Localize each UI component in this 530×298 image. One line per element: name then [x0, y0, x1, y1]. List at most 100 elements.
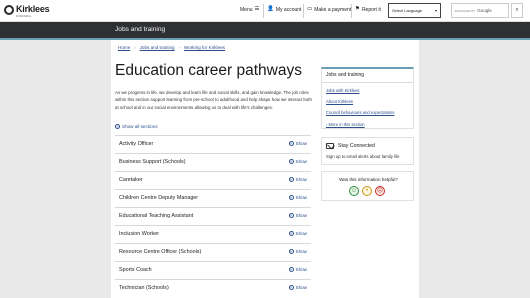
show-label: Show [295, 267, 308, 272]
show-button[interactable]: + Show [288, 267, 308, 272]
show-button[interactable]: + Show [288, 177, 308, 182]
show-label: Show [295, 159, 308, 164]
search-button[interactable]: ⌕ [511, 3, 523, 18]
breadcrumb-jobs[interactable]: Jobs and training [140, 45, 175, 50]
sidebar-heading: Jobs and training [326, 72, 365, 78]
sidebar-related-links: Jobs and training Jobs with Kirklees Abo… [321, 67, 414, 129]
accordion-item[interactable]: Educational Teaching Assistant + Show [115, 207, 311, 225]
sidebar-link-more[interactable]: › More in this section [326, 122, 365, 127]
plus-circle-icon: + [288, 177, 294, 182]
accordion-item-label: Business Support (Schools) [119, 159, 186, 165]
stay-connected-box[interactable]: Stay Connected Sign up to email alerts a… [321, 137, 414, 165]
report-it-label: Report it [361, 7, 381, 13]
plus-circle-icon: + [288, 231, 294, 236]
site-header: Kirklees COUNCIL Menu ☰ 👤 My account ▭ M… [0, 0, 530, 22]
show-button[interactable]: + Show [288, 159, 308, 164]
accordion-item-label: Educational Teaching Assistant [119, 213, 194, 219]
accordion-item[interactable]: Inclusion Worker + Show [115, 225, 311, 243]
language-select[interactable]: Select Language ▾ [388, 3, 441, 18]
show-label: Show [295, 285, 308, 290]
search-powered-label: ENHANCED BY [455, 8, 476, 13]
feedback-box: Was this information helpful? ☺ • ☹ [321, 171, 414, 201]
plus-circle-icon: + [288, 141, 294, 146]
sidebar-link-behaviours[interactable]: Council behaviours and expectations [326, 110, 394, 115]
show-label: Show [295, 249, 308, 254]
show-all-label: Show all sections [122, 124, 158, 129]
breadcrumb-home[interactable]: Home [118, 45, 130, 50]
chevron-right-icon: › [134, 45, 136, 50]
accordion-item-label: Sports Coach [119, 267, 152, 273]
show-label: Show [295, 195, 308, 200]
section-banner: Jobs and training [0, 22, 530, 40]
breadcrumb: Home › Jobs and training › Working for K… [118, 45, 225, 50]
stay-connected-text: Sign up to email alerts about family lif… [326, 154, 400, 159]
search-icon: ⌕ [515, 7, 519, 13]
plus-circle-icon: + [288, 159, 294, 164]
plus-circle-icon: + [288, 195, 294, 200]
search-input[interactable]: ENHANCED BY Google [451, 3, 509, 18]
card-icon: ▭ [307, 6, 313, 13]
accordion-item-label: Activity Officer [119, 141, 154, 147]
kirklees-logo[interactable]: Kirklees COUNCIL [4, 4, 50, 19]
make-payment-link[interactable]: ▭ Make a payment [307, 7, 351, 13]
sad-face-icon[interactable]: ☹ [375, 186, 385, 196]
plus-circle-icon: + [288, 249, 294, 254]
breadcrumb-working[interactable]: Working for Kirklees [184, 45, 225, 50]
user-icon: 👤 [267, 6, 274, 13]
menu-label: Menu [240, 7, 253, 13]
show-button[interactable]: + Show [288, 231, 308, 236]
show-button[interactable]: + Show [288, 249, 308, 254]
show-label: Show [295, 177, 308, 182]
nav-divider [351, 4, 352, 18]
accordion-item-label: Resource Centre Officer (Schools) [119, 249, 202, 255]
google-brand: Google [477, 8, 492, 13]
happy-face-icon[interactable]: ☺ [349, 186, 359, 196]
intro-paragraph: As we progress in life, we develop and l… [115, 90, 312, 110]
my-account-link[interactable]: 👤 My account [267, 7, 301, 13]
plus-circle-icon: + [115, 124, 120, 129]
plus-circle-icon: + [288, 213, 294, 218]
show-button[interactable]: + Show [288, 195, 308, 200]
chevron-right-icon: › [178, 45, 180, 50]
envelope-icon [326, 143, 334, 149]
show-button[interactable]: + Show [288, 213, 308, 218]
flag-icon: ⚑ [355, 6, 360, 13]
make-payment-label: Make a payment [314, 7, 352, 13]
plus-circle-icon: + [288, 285, 294, 290]
sidebar-divider [322, 82, 413, 83]
hamburger-icon: ☰ [254, 6, 260, 13]
logo-mark-icon [4, 5, 14, 15]
logo-name: Kirklees [16, 4, 50, 14]
language-select-label: Select Language [392, 8, 423, 13]
my-account-label: My account [275, 7, 302, 13]
show-label: Show [295, 213, 308, 218]
show-button[interactable]: + Show [288, 285, 308, 290]
neutral-face-icon[interactable]: • [362, 186, 372, 196]
accordion-item[interactable]: Caretaker + Show [115, 171, 311, 189]
show-button[interactable]: + Show [288, 141, 307, 146]
accordion-item[interactable]: Sports Coach + Show [115, 261, 311, 279]
sidebar-link-about[interactable]: About Kirklees [326, 99, 353, 104]
plus-circle-icon: + [288, 267, 294, 272]
report-it-link[interactable]: ⚑ Report it [355, 7, 381, 13]
accordion-item[interactable]: Technician (Schools) + Show [115, 279, 311, 297]
accordion-item-label: Caretaker [119, 177, 143, 183]
accordion-item[interactable]: Children Centre Deputy Manager + Show [115, 189, 311, 207]
nav-divider [263, 4, 264, 18]
accordion-item-label: Technician (Schools) [119, 285, 169, 291]
logo-sub: COUNCIL [16, 14, 32, 18]
chevron-down-icon: ▾ [434, 8, 437, 13]
accordion-item[interactable]: Business Support (Schools) + Show [115, 153, 311, 171]
show-label: Show [295, 231, 308, 236]
nav-divider [303, 4, 304, 18]
menu-button[interactable]: Menu ☰ [240, 7, 259, 13]
feedback-question: Was this information helpful? [339, 177, 398, 182]
stay-connected-title: Stay Connected [338, 143, 375, 149]
accordion-item[interactable]: Activity Officer + Show [115, 135, 311, 153]
show-all-sections-button[interactable]: + Show all sections [115, 124, 158, 129]
sidebar-link-jobs[interactable]: Jobs with Kirklees [326, 88, 360, 93]
accordion-item-label: Inclusion Worker [119, 231, 160, 237]
banner-title: Jobs and training [115, 26, 166, 33]
accordion-item-label: Children Centre Deputy Manager [119, 195, 199, 201]
accordion-item[interactable]: Resource Centre Officer (Schools) + Show [115, 243, 311, 261]
